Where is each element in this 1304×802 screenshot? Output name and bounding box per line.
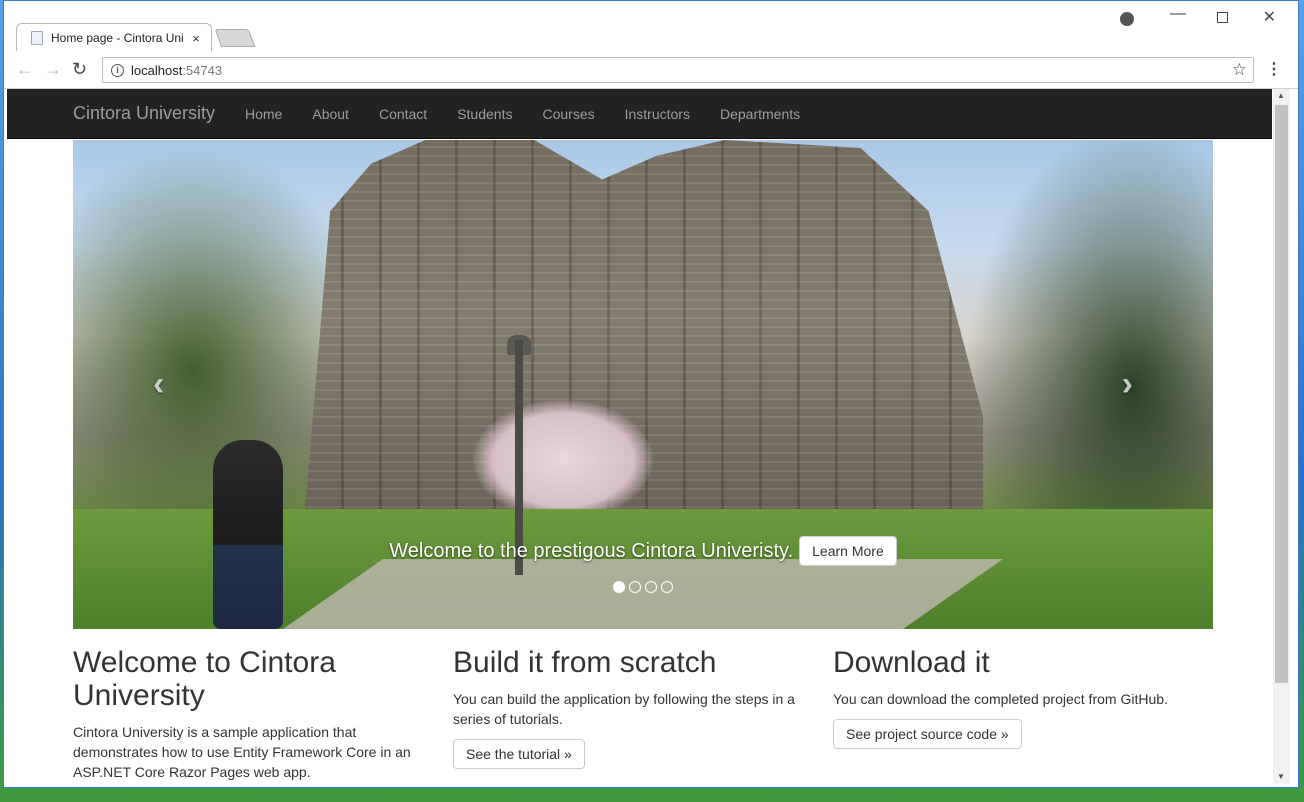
- carousel-indicator[interactable]: [645, 581, 657, 593]
- carousel-indicators: [613, 581, 673, 593]
- chevron-right-icon[interactable]: ›: [1122, 365, 1133, 404]
- scroll-down-icon[interactable]: ▼: [1277, 772, 1285, 781]
- url-host: localhost: [131, 62, 183, 78]
- tab-title: Home page - Cintora Uni: [51, 31, 184, 45]
- content-columns: Welcome to Cintora University Cintora Un…: [73, 646, 1213, 784]
- back-icon[interactable]: ←: [16, 59, 34, 79]
- page-scrollbar[interactable]: ▲ ▼: [1273, 89, 1290, 784]
- learn-more-button[interactable]: Learn More: [799, 536, 897, 566]
- nav-courses[interactable]: Courses: [527, 89, 609, 139]
- walkway-image: [283, 559, 1003, 629]
- close-icon[interactable]: ✕: [1263, 7, 1276, 27]
- carousel-indicator[interactable]: [629, 581, 641, 593]
- browser-tab[interactable]: Home page - Cintora Uni ×: [16, 23, 212, 52]
- nav-contact[interactable]: Contact: [364, 89, 442, 139]
- hero-carousel: ‹ › Welcome to the prestigous Cintora Un…: [73, 140, 1213, 629]
- student-figure: [213, 440, 283, 629]
- info-icon[interactable]: i: [111, 63, 124, 77]
- browser-window: Home page - Cintora Uni × — ✕ ← → ↻ i lo…: [3, 0, 1299, 788]
- carousel-caption: Welcome to the prestigous Cintora Univer…: [73, 536, 1213, 566]
- see-tutorial-button[interactable]: See the tutorial »: [453, 739, 585, 769]
- nav-students[interactable]: Students: [442, 89, 527, 139]
- column-heading: Build it from scratch: [453, 646, 717, 679]
- nav-about[interactable]: About: [297, 89, 364, 139]
- reload-icon[interactable]: ↻: [72, 59, 87, 79]
- nav-home[interactable]: Home: [230, 89, 297, 139]
- page-favicon-icon: [31, 31, 43, 45]
- column-build: Build it from scratch You can build the …: [453, 646, 833, 784]
- chevron-left-icon[interactable]: ‹: [153, 365, 164, 404]
- scroll-up-icon[interactable]: ▲: [1277, 91, 1285, 100]
- forward-icon[interactable]: →: [44, 59, 62, 79]
- browser-toolbar: ← → ↻ i localhost:54743 ☆ ⋮: [4, 51, 1298, 89]
- nav-departments[interactable]: Departments: [705, 89, 815, 139]
- site-brand[interactable]: Cintora University: [73, 103, 215, 124]
- nav-instructors[interactable]: Instructors: [610, 89, 705, 139]
- new-tab-button[interactable]: [214, 29, 256, 47]
- carousel-caption-text: Welcome to the prestigous Cintora Univer…: [389, 539, 794, 562]
- url-port: :54743: [182, 62, 223, 78]
- column-text: You can download the completed project f…: [833, 691, 1168, 707]
- column-text: Cintora University is a sample applicati…: [73, 724, 411, 780]
- minimize-icon[interactable]: —: [1170, 5, 1186, 23]
- bookmark-star-icon[interactable]: ☆: [1232, 60, 1247, 80]
- address-bar[interactable]: i localhost:54743 ☆: [102, 57, 1254, 83]
- maximize-icon[interactable]: [1217, 12, 1228, 23]
- column-text: You can build the application by followi…: [453, 691, 795, 727]
- carousel-indicator[interactable]: [661, 581, 673, 593]
- site-navbar: Cintora University Home About Contact St…: [7, 89, 1272, 139]
- scroll-thumb[interactable]: [1275, 105, 1288, 683]
- site-nav-links: Home About Contact Students Courses Inst…: [230, 89, 815, 139]
- column-heading: Download it: [833, 646, 990, 679]
- tab-close-icon[interactable]: ×: [187, 31, 205, 46]
- column-welcome: Welcome to Cintora University Cintora Un…: [73, 646, 453, 784]
- carousel-indicator[interactable]: [613, 581, 625, 593]
- title-bar: Home page - Cintora Uni × — ✕: [4, 1, 1298, 52]
- column-download: Download it You can download the complet…: [833, 646, 1213, 784]
- see-source-code-button[interactable]: See project source code »: [833, 719, 1022, 749]
- blossom-tree-image: [473, 400, 653, 520]
- page-viewport: Cintora University Home About Contact St…: [7, 89, 1272, 784]
- account-icon[interactable]: [1120, 12, 1134, 26]
- column-heading: Welcome to Cintora University: [73, 646, 336, 712]
- browser-menu-icon[interactable]: ⋮: [1266, 59, 1282, 79]
